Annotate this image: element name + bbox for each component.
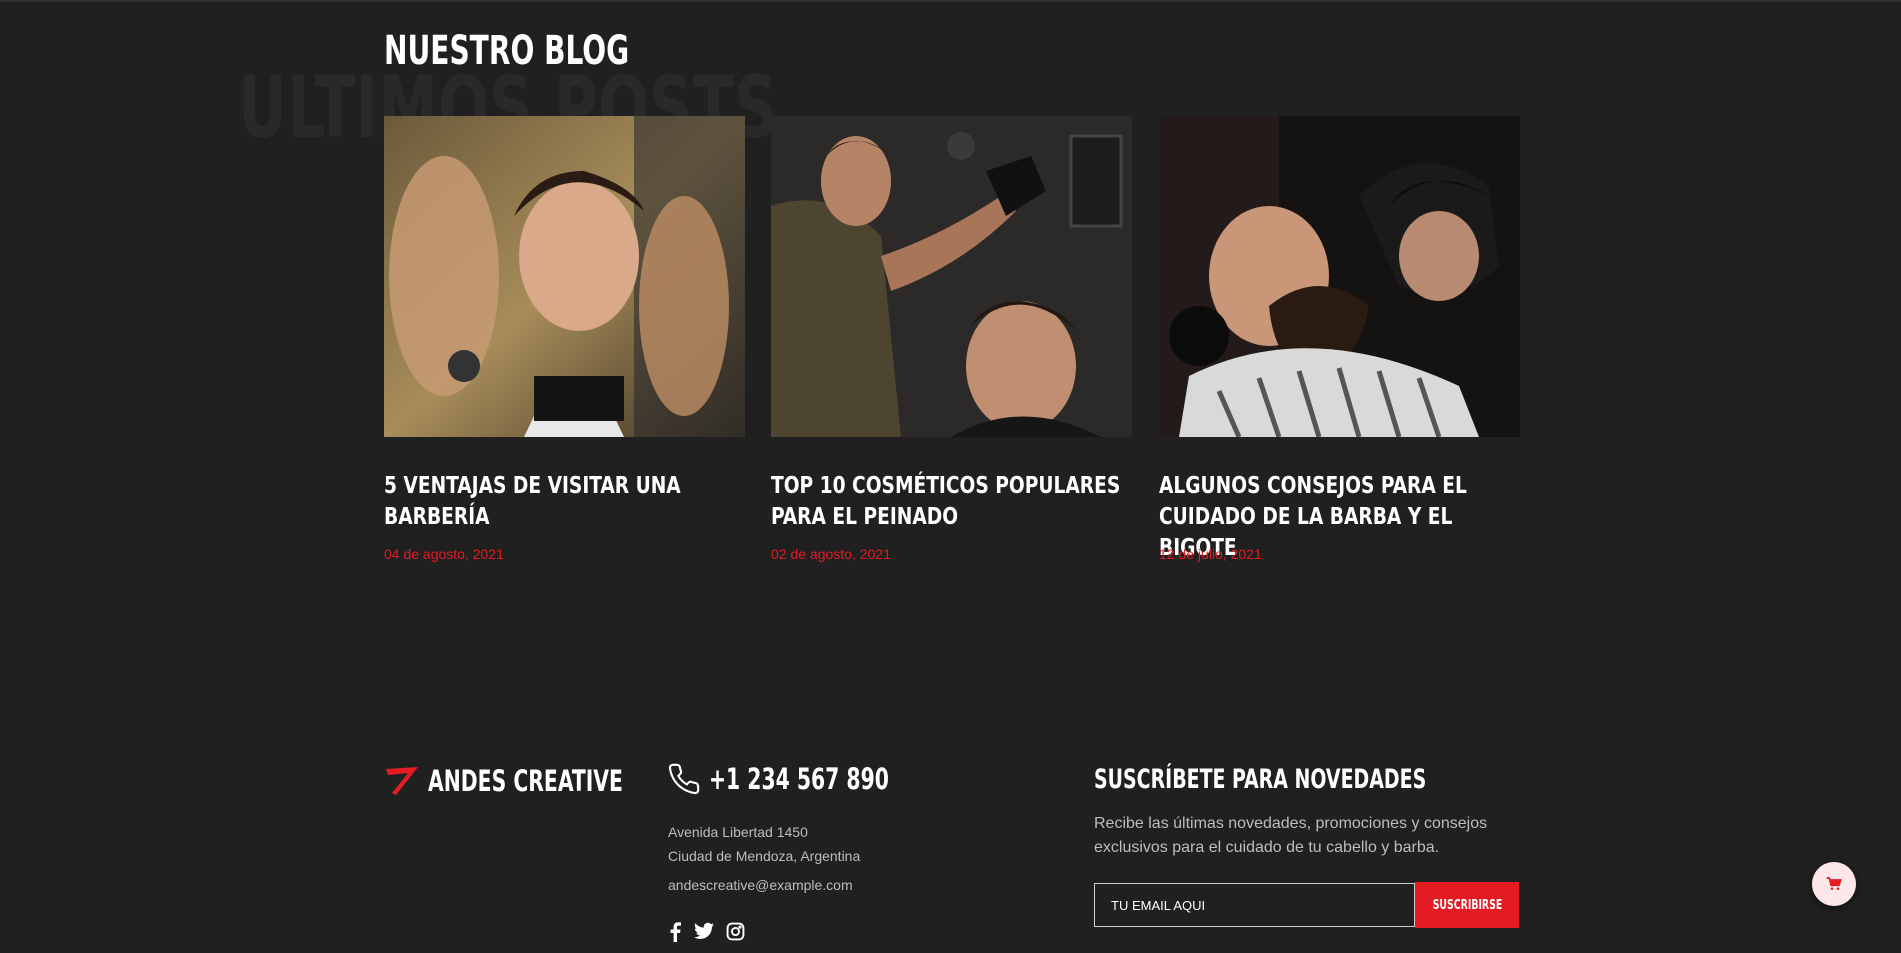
facebook-icon[interactable]	[668, 922, 682, 942]
post-date: 12 de julio, 2021	[1159, 546, 1262, 562]
footer-address: Avenida Libertad 1450 Ciudad de Mendoza,…	[668, 820, 860, 868]
brand-name: ANDES CREATIVE	[428, 764, 623, 798]
email-input[interactable]	[1094, 883, 1415, 927]
footer-logo[interactable]: ANDES CREATIVE	[384, 764, 678, 798]
address-line: Ciudad de Mendoza, Argentina	[668, 848, 861, 864]
social-links	[668, 922, 745, 942]
post-date: 02 de agosto, 2021	[771, 546, 891, 562]
post-date: 04 de agosto, 2021	[384, 546, 504, 562]
subscribe-button[interactable]: SUSCRIBIRSE	[1415, 882, 1519, 928]
post-image[interactable]	[771, 116, 1132, 437]
section-title: NUESTRO BLOG	[384, 28, 630, 74]
instagram-icon[interactable]	[726, 922, 745, 941]
phone-number: +1 234 567 890	[709, 762, 889, 796]
subscribe-title: SUSCRÍBETE PARA NOVEDADES	[1094, 764, 1427, 795]
twitter-icon[interactable]	[694, 922, 714, 940]
footer-phone[interactable]: +1 234 567 890	[667, 762, 940, 796]
top-divider	[0, 0, 1901, 2]
subscribe-button-label: SUSCRIBIRSE	[1432, 898, 1502, 913]
post-title[interactable]: TOP 10 COSMÉTICOS POPULARES PARA EL PEIN…	[771, 471, 1131, 533]
blog-post-card: 5 VENTAJAS DE VISITAR UNA BARBERÍA 04 de…	[384, 116, 745, 562]
subscribe-description: Recibe las últimas novedades, promocione…	[1094, 815, 1488, 856]
blog-post-card: TOP 10 COSMÉTICOS POPULARES PARA EL PEIN…	[771, 116, 1132, 562]
footer-email[interactable]: andescreative@example.com	[668, 877, 853, 893]
post-title[interactable]: 5 VENTAJAS DE VISITAR UNA BARBERÍA	[384, 471, 744, 533]
post-image[interactable]	[384, 116, 745, 437]
address-line: Avenida Libertad 1450	[668, 824, 808, 840]
cart-icon	[1826, 877, 1842, 890]
cart-button[interactable]	[1812, 862, 1856, 906]
phone-icon	[668, 763, 700, 795]
post-image[interactable]	[1159, 116, 1520, 437]
subscribe-form: SUSCRIBIRSE	[1094, 882, 1519, 928]
brand-logo-icon	[386, 767, 418, 795]
blog-post-card: ALGUNOS CONSEJOS PARA EL CUIDADO DE LA B…	[1159, 116, 1520, 564]
